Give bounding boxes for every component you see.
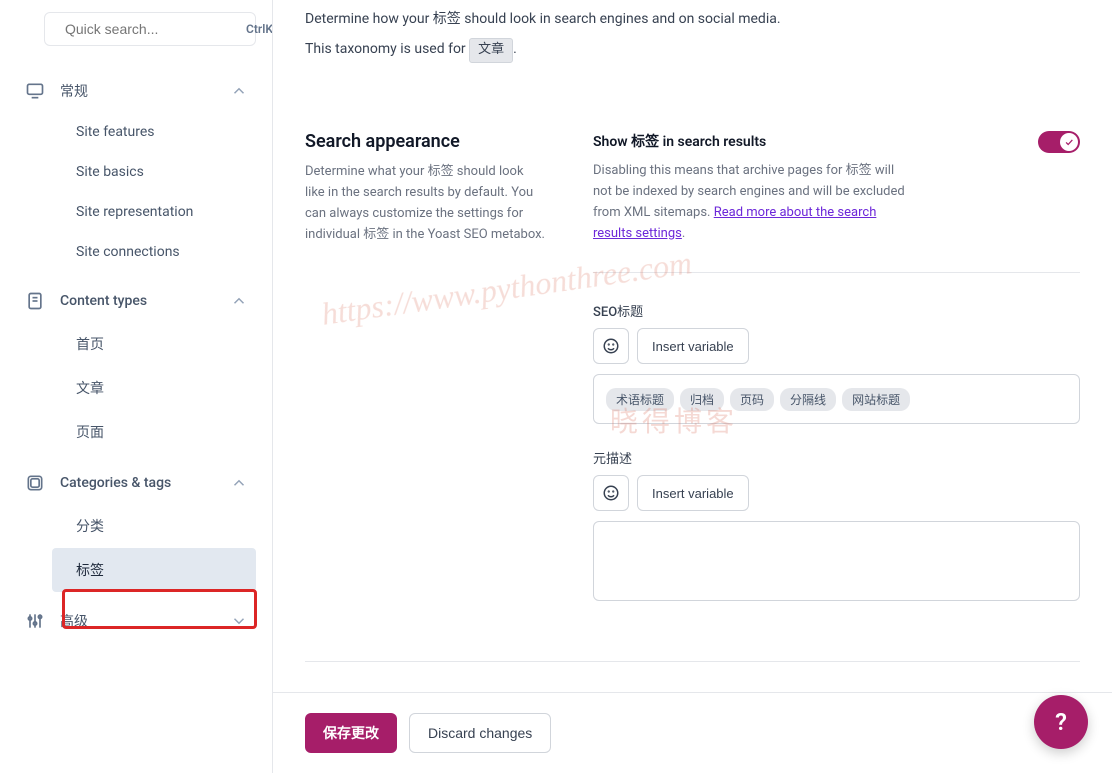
toggle-knob bbox=[1060, 133, 1078, 151]
nav-site-connections[interactable]: Site connections bbox=[52, 232, 256, 272]
save-button[interactable]: 保存更改 bbox=[305, 713, 397, 753]
nav-tags[interactable]: 标签 bbox=[52, 548, 256, 592]
intro-line2: This taxonomy is used for 文章. bbox=[305, 38, 1080, 63]
show-in-search-toggle[interactable] bbox=[1038, 131, 1080, 153]
discard-button[interactable]: Discard changes bbox=[409, 713, 551, 753]
nav-site-basics[interactable]: Site basics bbox=[52, 152, 256, 192]
insert-variable-button-meta[interactable]: Insert variable bbox=[637, 475, 749, 511]
nav-content-types-head[interactable]: Content types bbox=[16, 280, 256, 322]
search-input[interactable] bbox=[65, 21, 246, 37]
nav-categories-tags-label: Categories & tags bbox=[60, 475, 171, 491]
seo-title-label: SEO标题 bbox=[593, 301, 1080, 320]
nav-general-label: 常规 bbox=[60, 81, 88, 101]
search-appearance-title: Search appearance bbox=[305, 131, 545, 152]
footer-bar: 保存更改 Discard changes bbox=[273, 692, 1112, 773]
main-content: Determine how your 标签 should look in sea… bbox=[273, 0, 1112, 773]
show-in-search-title: Show 标签 in search results bbox=[593, 131, 766, 151]
nav-categories-tags-head[interactable]: Categories & tags bbox=[16, 462, 256, 504]
insert-variable-button-seo[interactable]: Insert variable bbox=[637, 328, 749, 364]
nav-categories[interactable]: 分类 bbox=[52, 504, 256, 548]
help-button[interactable]: ? bbox=[1034, 695, 1088, 749]
chevron-down-icon bbox=[230, 612, 248, 630]
meta-description-field[interactable] bbox=[593, 521, 1080, 601]
sliders-icon bbox=[24, 610, 46, 632]
var-chip[interactable]: 术语标题 bbox=[606, 388, 674, 411]
document-icon bbox=[24, 290, 46, 312]
show-in-search-desc: Disabling this means that archive pages … bbox=[593, 161, 913, 244]
tag-icon bbox=[24, 472, 46, 494]
nav-home[interactable]: 首页 bbox=[52, 322, 256, 366]
divider bbox=[593, 272, 1080, 273]
sidebar: CtrlK 常规 Site features Site basics Site … bbox=[0, 0, 273, 773]
intro-line2a: This taxonomy is used for bbox=[305, 41, 469, 57]
chevron-up-icon bbox=[230, 292, 248, 310]
var-chip[interactable]: 归档 bbox=[680, 388, 724, 411]
var-chip[interactable]: 网站标题 bbox=[842, 388, 910, 411]
nav-content-types-label: Content types bbox=[60, 293, 147, 309]
emoji-icon bbox=[602, 484, 620, 502]
nav-posts[interactable]: 文章 bbox=[52, 366, 256, 410]
var-chip[interactable]: 页码 bbox=[730, 388, 774, 411]
emoji-icon bbox=[602, 337, 620, 355]
nav-site-representation[interactable]: Site representation bbox=[52, 192, 256, 232]
meta-description-label: 元描述 bbox=[593, 448, 1080, 467]
emoji-button[interactable] bbox=[593, 475, 629, 511]
nav-general-head[interactable]: 常规 bbox=[16, 70, 256, 112]
nav-advanced-label: 高级 bbox=[60, 611, 88, 631]
search-kbd: CtrlK bbox=[246, 22, 273, 36]
emoji-button[interactable] bbox=[593, 328, 629, 364]
search-appearance-desc: Determine what your 标签 should look like … bbox=[305, 162, 545, 245]
intro-line2b: . bbox=[513, 41, 517, 57]
quick-search[interactable]: CtrlK bbox=[44, 12, 256, 46]
seo-title-field[interactable]: 术语标题 归档 页码 分隔线 网站标题 bbox=[593, 374, 1080, 424]
monitor-icon bbox=[24, 80, 46, 102]
chevron-up-icon bbox=[230, 82, 248, 100]
taxonomy-chip: 文章 bbox=[469, 38, 513, 63]
nav-site-features[interactable]: Site features bbox=[52, 112, 256, 152]
var-chip[interactable]: 分隔线 bbox=[780, 388, 836, 411]
chevron-up-icon bbox=[230, 474, 248, 492]
intro-line1: Determine how your 标签 should look in sea… bbox=[305, 8, 1080, 30]
nav-advanced-head[interactable]: 高级 bbox=[16, 600, 256, 642]
nav-pages[interactable]: 页面 bbox=[52, 410, 256, 454]
